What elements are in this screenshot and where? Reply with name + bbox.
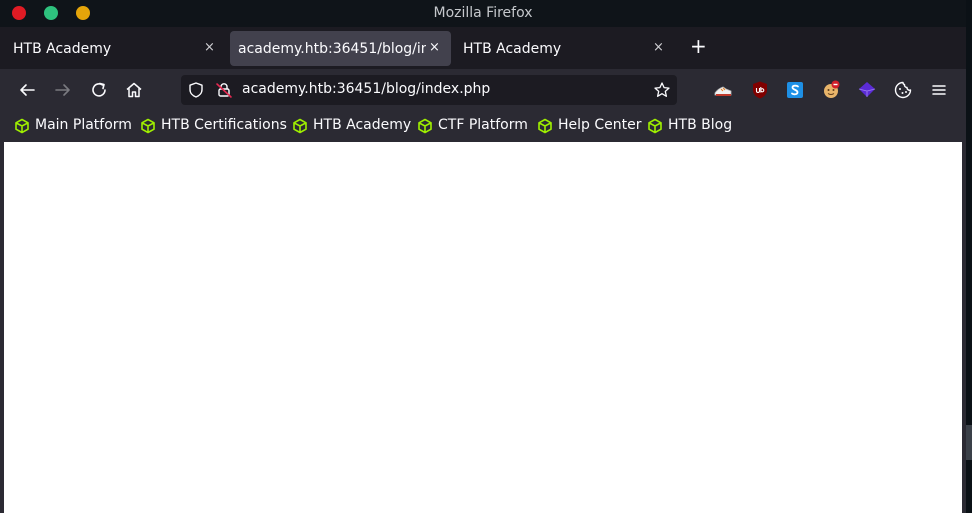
window-title: Mozilla Firefox — [433, 5, 533, 21]
url-bar[interactable]: academy.htb:36451/blog/index.php — [181, 75, 677, 105]
bookmark-star-icon[interactable] — [653, 81, 671, 99]
bookmark-label: HTB Academy — [313, 117, 412, 133]
menu-icon[interactable] — [929, 80, 949, 100]
tab-htb-academy-2[interactable]: HTB Academy × — [453, 31, 679, 66]
tab-label: HTB Academy — [463, 41, 562, 57]
bookmark-label: CTF Platform — [438, 117, 528, 133]
htb-cube-icon — [648, 118, 662, 134]
htb-cube-icon — [293, 118, 307, 134]
bookmark-label: Help Center — [558, 117, 642, 133]
bookmark-label: HTB Certifications — [161, 117, 287, 133]
s-extension-icon[interactable] — [785, 80, 805, 100]
page-content-area[interactable] — [4, 142, 962, 513]
reload-icon[interactable] — [89, 80, 109, 100]
forward-arrow-icon[interactable] — [53, 80, 73, 100]
shoe-extension-icon[interactable] — [713, 80, 733, 100]
cookie-face-extension-icon[interactable] — [821, 80, 841, 100]
back-arrow-icon[interactable] — [17, 80, 37, 100]
ublock-origin-icon[interactable] — [750, 80, 770, 100]
shield-tracking-icon[interactable] — [187, 81, 205, 99]
url-text[interactable]: academy.htb:36451/blog/index.php — [242, 81, 490, 97]
htb-cube-icon — [141, 118, 155, 134]
desktop-edge-highlight — [966, 425, 972, 460]
home-icon[interactable] — [124, 80, 144, 100]
purple-gem-extension-icon[interactable] — [857, 80, 877, 100]
browser-window: Mozilla Firefox HTB Academy × academy.ht… — [0, 0, 966, 513]
tab-label: HTB Academy — [13, 41, 112, 57]
bookmark-label: HTB Blog — [668, 117, 733, 133]
tab-close-icon[interactable]: × — [204, 40, 215, 55]
htb-cube-icon — [418, 118, 432, 134]
tab-htb-academy-1[interactable]: HTB Academy × — [0, 31, 228, 66]
tab-blog-active[interactable]: academy.htb:36451/blog/index.php × — [230, 31, 451, 66]
bookmarks-toolbar: Main Platform HTB Certifications HTB Aca… — [0, 111, 966, 141]
cookie-icon[interactable] — [893, 80, 913, 100]
tab-label: academy.htb:36451/blog/index.php — [238, 41, 426, 57]
title-bar: Mozilla Firefox — [0, 0, 966, 27]
htb-cube-icon — [15, 118, 29, 134]
bookmark-label: Main Platform — [35, 117, 132, 133]
tab-close-icon[interactable]: × — [429, 40, 440, 55]
insecure-lock-icon[interactable] — [215, 81, 233, 99]
desktop-edge — [966, 0, 972, 513]
new-tab-button[interactable]: + — [690, 36, 707, 56]
tab-strip: HTB Academy × academy.htb:36451/blog/ind… — [0, 27, 966, 69]
htb-cube-icon — [538, 118, 552, 134]
tab-close-icon[interactable]: × — [653, 40, 664, 55]
